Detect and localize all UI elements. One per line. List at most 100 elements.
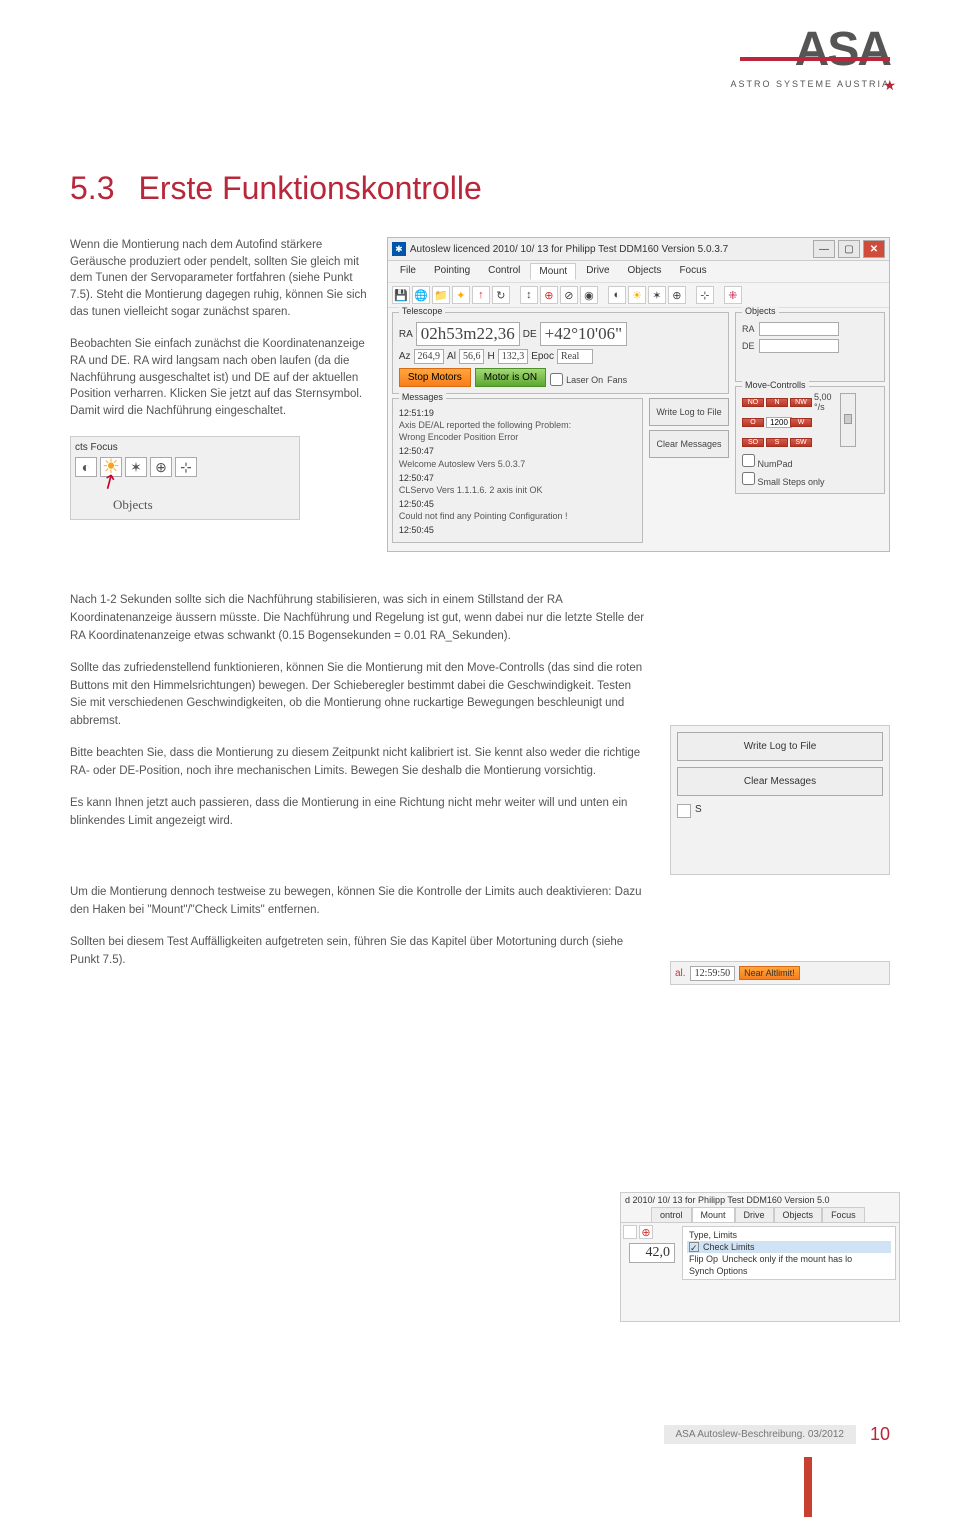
strike-target-icon[interactable]: ⊘ <box>560 286 578 304</box>
target-icon[interactable]: ⊕ <box>540 286 558 304</box>
globe-icon[interactable]: 🌐 <box>412 286 430 304</box>
numpad-label: NumPad <box>758 459 793 469</box>
company-logo: ASA ASTRO SYSTEME AUSTRIA★ <box>730 30 890 89</box>
save-icon[interactable]: 💾 <box>392 286 410 304</box>
limit-time: 12:59:50 <box>690 966 736 981</box>
menu-file[interactable]: File <box>392 263 424 280</box>
cl-tab-focus[interactable]: Focus <box>822 1207 865 1222</box>
check-limits-snippet: d 2010/ 10/ 13 for Philipp Test DDM160 V… <box>620 1192 900 1322</box>
minimize-button[interactable]: — <box>813 240 835 258</box>
cl-tab-control[interactable]: ontrol <box>651 1207 692 1222</box>
menu-pointing[interactable]: Pointing <box>426 263 478 280</box>
move-n-button[interactable]: N <box>766 398 788 407</box>
star-target-icon[interactable]: ✶ <box>125 457 147 477</box>
toolbar-snippet: cts Focus ◐ ☀ ✶ ⊕ ⊹ ↗ Objects <box>70 436 300 520</box>
motor-on-button[interactable]: Motor is ON <box>475 368 546 387</box>
cl-item-flip[interactable]: Flip OpUncheck only if the mount has lo <box>687 1253 891 1265</box>
cl-item-check-limits[interactable]: ✓Check Limits <box>687 1241 891 1253</box>
move-so-button[interactable]: SO <box>742 438 764 447</box>
folder-icon[interactable]: 📁 <box>432 286 450 304</box>
plus-target-icon[interactable]: ⊕ <box>150 457 172 477</box>
window-title: Autoslew licenced 2010/ 10/ 13 for Phili… <box>410 244 813 255</box>
cl-item-type-limits[interactable]: Type, Limits <box>687 1229 891 1241</box>
limit-badge: Near Altlimit! <box>739 966 800 980</box>
intro-text-column: Wenn die Montierung nach dem Autofind st… <box>70 237 369 552</box>
crosshair-large-icon[interactable]: ⊹ <box>696 286 714 304</box>
az-label: Az <box>399 351 411 362</box>
body-p4: Es kann Ihnen jetzt auch passieren, dass… <box>70 795 650 831</box>
crosshair-icon[interactable]: ⊹ <box>175 457 197 477</box>
cl-tab-objects[interactable]: Objects <box>774 1207 823 1222</box>
sun-toolbar-icon[interactable]: ☀ <box>628 286 646 304</box>
section-heading: 5.3Erste Funktionskontrolle <box>70 170 890 207</box>
star-sync-icon[interactable]: ✶ <box>648 286 666 304</box>
move-speed-label: 5,00 °/s <box>814 392 836 412</box>
moon-phase-icon[interactable]: ◐ <box>608 286 626 304</box>
cl-icon-1[interactable] <box>623 1225 637 1239</box>
move-nw-button[interactable]: NW <box>790 398 812 407</box>
menu-control[interactable]: Control <box>480 263 528 280</box>
pointer-icon[interactable]: ↕ <box>520 286 538 304</box>
move-sw-button[interactable]: SW <box>790 438 812 447</box>
body-p1: Nach 1-2 Sekunden sollte sich die Nachfü… <box>70 592 650 645</box>
numpad-checkbox[interactable] <box>742 454 755 467</box>
app-icon: ✱ <box>392 242 406 256</box>
de-label: DE <box>523 329 537 340</box>
cl-tab-drive[interactable]: Drive <box>735 1207 774 1222</box>
obj-ra-label: RA <box>742 324 755 334</box>
small-target-icon[interactable]: ⊕ <box>668 286 686 304</box>
epoc-value[interactable]: Real <box>557 349 593 364</box>
speed-slider[interactable] <box>840 393 856 447</box>
close-button[interactable]: ✕ <box>863 240 885 258</box>
messages-title: Messages <box>399 392 446 402</box>
snippet-write-log-button[interactable]: Write Log to File <box>677 732 883 761</box>
cl-tab-mount[interactable]: Mount <box>692 1207 735 1222</box>
move-w-button[interactable]: W <box>790 418 812 427</box>
small-steps-checkbox[interactable] <box>742 472 755 485</box>
cl-item-synch[interactable]: Synch Options <box>687 1265 891 1277</box>
al-value: 56,6 <box>459 349 485 364</box>
move-o-button[interactable]: O <box>742 418 764 427</box>
laser-checkbox[interactable] <box>550 373 563 386</box>
logo-text: ASA <box>730 30 890 71</box>
move-s-button[interactable]: S <box>766 438 788 447</box>
messages-log: 12:51:19 Axis DE/AL reported the followi… <box>399 407 636 536</box>
objects-group: Objects RA DE <box>735 312 885 382</box>
obj-de-field[interactable] <box>759 339 839 353</box>
galaxy-icon[interactable]: ◉ <box>580 286 598 304</box>
cl-icon-2[interactable]: ⊕ <box>639 1225 653 1239</box>
cl-coord-42: 42,0 <box>629 1243 675 1263</box>
cl-title: d 2010/ 10/ 13 for Philipp Test DDM160 V… <box>621 1193 899 1207</box>
small-steps-label: Small Steps only <box>758 477 825 487</box>
window-toolbar: 💾 🌐 📁 ✦ ↑ ↻ ↕ ⊕ ⊘ ◉ ◐ ☀ ✶ ⊕ ⊹ ⁜ <box>388 283 889 308</box>
snippet-objects-label: Objects <box>113 496 295 515</box>
maximize-button[interactable]: ▢ <box>838 240 860 258</box>
menu-objects[interactable]: Objects <box>620 263 670 280</box>
move-no-button[interactable]: NO <box>742 398 764 407</box>
telescope-group-title: Telescope <box>399 306 446 316</box>
obj-de-label: DE <box>742 341 755 351</box>
refresh-icon[interactable]: ↻ <box>492 286 510 304</box>
up-arrow-icon[interactable]: ↑ <box>472 286 490 304</box>
write-log-button[interactable]: Write Log to File <box>649 398 729 426</box>
ra-label: RA <box>399 329 413 340</box>
snippet-clear-button[interactable]: Clear Messages <box>677 767 883 796</box>
star-icon[interactable]: ✦ <box>452 286 470 304</box>
menu-focus[interactable]: Focus <box>671 263 714 280</box>
star-icon: ★ <box>883 77 898 94</box>
page-footer: ASA Autoslew-Beschreibung. 03/2012 10 <box>664 1424 890 1445</box>
menu-drive[interactable]: Drive <box>578 263 617 280</box>
intro-paragraph-2: Beobachten Sie einfach zunächst die Koor… <box>70 336 369 419</box>
de-value: +42°10'06" <box>540 322 627 346</box>
epoc-label: Epoc <box>531 351 554 362</box>
intro-paragraph-1: Wenn die Montierung nach dem Autofind st… <box>70 237 369 320</box>
obj-ra-field[interactable] <box>759 322 839 336</box>
clear-messages-button[interactable]: Clear Messages <box>649 430 729 458</box>
menu-mount[interactable]: Mount <box>530 263 576 280</box>
stop-motors-button[interactable]: Stop Motors <box>399 368 471 387</box>
footer-doc-info: ASA Autoslew-Beschreibung. 03/2012 <box>664 1425 856 1444</box>
red-arrow-annotation: ↗ <box>100 474 120 491</box>
move-speed-input[interactable] <box>766 417 792 428</box>
menu-bar: File Pointing Control Mount Drive Object… <box>388 261 889 283</box>
dotted-crosshair-icon[interactable]: ⁜ <box>724 286 742 304</box>
